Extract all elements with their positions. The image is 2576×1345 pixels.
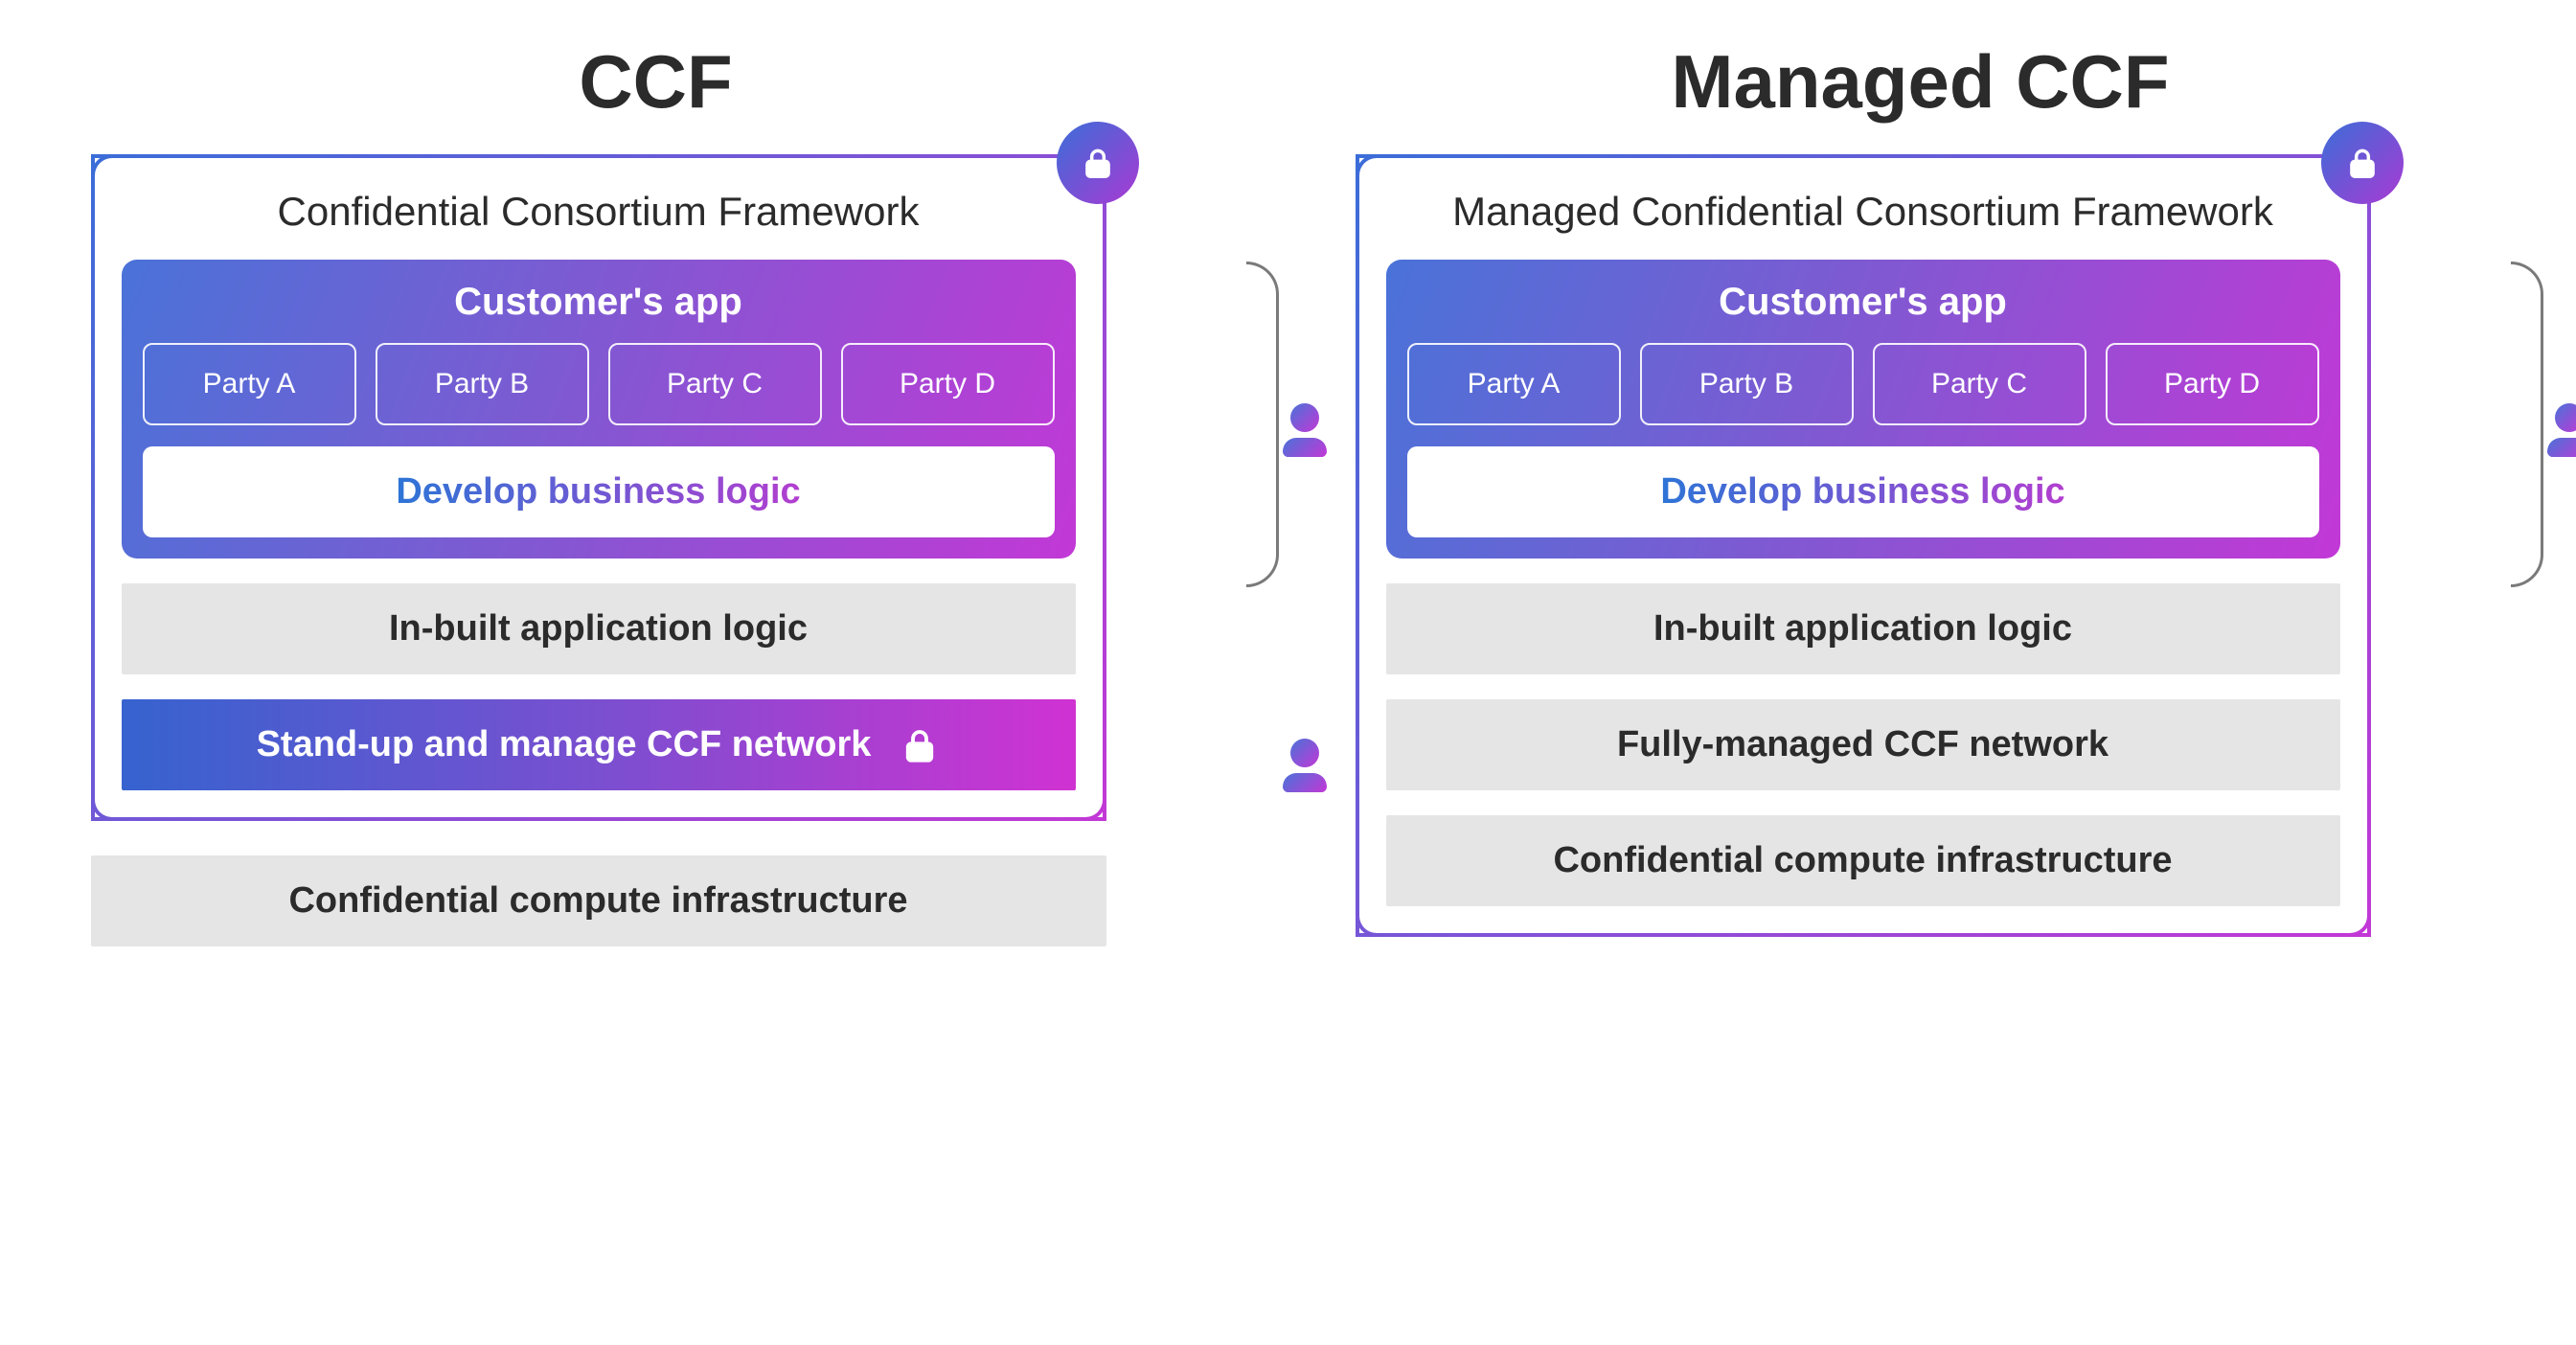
ccf-heading: CCF (579, 38, 732, 125)
managed-inbuilt-bar: In-built application logic (1386, 583, 2340, 674)
ccf-app-title: Customer's app (143, 281, 1055, 324)
party-box: Party D (841, 343, 1055, 425)
ccf-develop-bar: Develop business logic (143, 446, 1055, 537)
managed-develop-bar: Develop business logic (1407, 446, 2319, 537)
party-box: Party C (608, 343, 822, 425)
party-box: Party D (2106, 343, 2319, 425)
party-box: Party A (1407, 343, 1621, 425)
party-box: Party A (143, 343, 356, 425)
managed-ccf-stack: Managed Confidential Consortium Framewor… (1356, 154, 2486, 937)
managed-ccf-column: Managed CCF Managed Confidential Consort… (1356, 38, 2486, 937)
ccf-manage-label: Stand-up and manage CCF network (257, 724, 872, 765)
lock-icon (1057, 122, 1139, 204)
managed-framework-title: Managed Confidential Consortium Framewor… (1386, 189, 2340, 235)
managed-app-title: Customer's app (1407, 281, 2319, 324)
ccf-framework-title: Confidential Consortium Framework (122, 189, 1076, 235)
ccf-framework-box: Confidential Consortium Framework Custom… (91, 154, 1106, 821)
ccf-infra-bar: Confidential compute infrastructure (91, 855, 1106, 946)
ccf-develop-label: Develop business logic (396, 471, 800, 512)
person-icon (1283, 403, 1327, 457)
lock-icon (900, 725, 940, 765)
ccf-manage-bar: Stand-up and manage CCF network (122, 699, 1076, 790)
managed-manage-bar: Fully-managed CCF network (1386, 699, 2340, 790)
managed-framework-box: Managed Confidential Consortium Framewor… (1356, 154, 2371, 937)
ccf-inbuilt-bar: In-built application logic (122, 583, 1076, 674)
party-box: Party B (376, 343, 589, 425)
managed-app-card: Customer's app Party A Party B Party C P… (1386, 260, 2340, 559)
ccf-stack: Confidential Consortium Framework Custom… (91, 154, 1221, 946)
managed-infra-bar: Confidential compute infrastructure (1386, 815, 2340, 906)
person-icon (2547, 403, 2576, 457)
managed-develop-label: Develop business logic (1660, 471, 2064, 512)
ccf-app-card: Customer's app Party A Party B Party C P… (122, 260, 1076, 559)
person-icon (1283, 739, 1327, 792)
party-box: Party C (1873, 343, 2086, 425)
managed-party-row: Party A Party B Party C Party D (1407, 343, 2319, 425)
party-box: Party B (1640, 343, 1854, 425)
diagram-columns: CCF Confidential Consortium Framework Cu… (57, 38, 2519, 946)
managed-ccf-heading: Managed CCF (1671, 38, 2169, 125)
ccf-party-row: Party A Party B Party C Party D (143, 343, 1055, 425)
bracket-app (1246, 262, 1279, 587)
bracket-app (2511, 262, 2543, 587)
ccf-column: CCF Confidential Consortium Framework Cu… (91, 38, 1221, 946)
lock-icon (2321, 122, 2404, 204)
